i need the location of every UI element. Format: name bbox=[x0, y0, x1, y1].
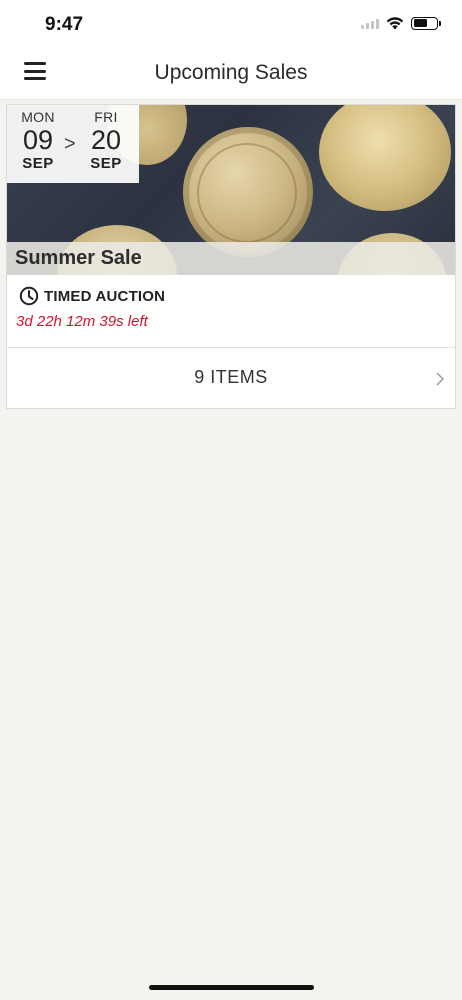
auction-type-label: TIMED AUCTION bbox=[44, 287, 166, 305]
auction-type: TIMED AUCTION bbox=[19, 286, 165, 306]
date-range-badge: MON 09 SEP > FRI 20 SEP bbox=[7, 105, 139, 183]
wifi-icon bbox=[386, 17, 404, 30]
sale-title-band: Summer Sale bbox=[7, 242, 455, 275]
home-indicator[interactable] bbox=[149, 985, 314, 990]
end-date-number: 20 bbox=[90, 125, 122, 155]
sale-title: Summer Sale bbox=[15, 247, 142, 269]
end-date: FRI 20 SEP bbox=[81, 109, 131, 172]
start-date-number: 09 bbox=[22, 125, 54, 155]
end-day: FRI bbox=[94, 109, 118, 125]
status-bar: 9:47 bbox=[0, 0, 462, 48]
page-title: Upcoming Sales bbox=[154, 61, 308, 84]
time-left-countdown: 3d 22h 12m 39s left bbox=[16, 313, 148, 330]
items-count-label: 9 ITEMS bbox=[194, 367, 268, 387]
clock-icon bbox=[19, 286, 39, 306]
end-month: SEP bbox=[90, 155, 122, 172]
start-date: MON 09 SEP bbox=[13, 109, 63, 172]
coin-image bbox=[319, 105, 451, 211]
start-month: SEP bbox=[22, 155, 54, 172]
status-time: 9:47 bbox=[45, 14, 84, 35]
status-icons bbox=[361, 16, 441, 30]
sale-card[interactable]: MON 09 SEP > FRI 20 SEP Summer Sale TIME… bbox=[6, 104, 456, 409]
nav-bar: Upcoming Sales bbox=[0, 48, 462, 100]
battery-icon bbox=[411, 16, 441, 30]
coin-engraving bbox=[197, 143, 297, 243]
start-day: MON bbox=[21, 109, 55, 125]
chevron-right-icon bbox=[436, 372, 444, 386]
date-separator: > bbox=[64, 133, 76, 155]
view-items-button[interactable]: 9 ITEMS bbox=[7, 348, 455, 408]
sale-image[interactable]: MON 09 SEP > FRI 20 SEP Summer Sale bbox=[7, 105, 455, 275]
cellular-signal-icon bbox=[361, 17, 379, 29]
